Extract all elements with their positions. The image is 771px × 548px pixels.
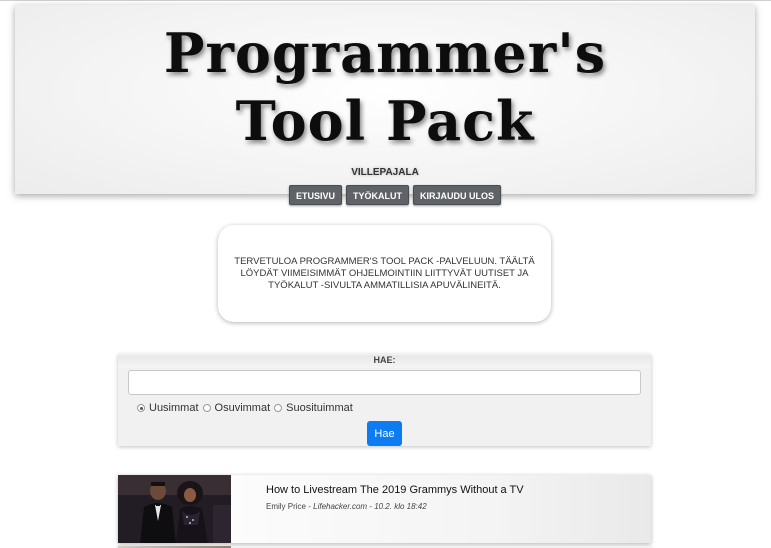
news-title[interactable]: How to Livestream The 2019 Grammys Witho… [266,484,524,496]
search-button[interactable]: Hae [367,421,402,446]
site-owner: VILLEPAJALA [351,167,419,178]
search-panel: HAE: Uusimmat Osuvimmat Suosituimmat Hae [118,354,651,446]
news-author: Emily Price [266,502,307,511]
main-nav: ETUSIVU TYÖKALUT KIRJAUDU ULOS [289,185,502,205]
welcome-card: TERVETULOA PROGRAMMER'S TOOL PACK -PALVE… [218,225,551,322]
news-date: - 10.2. klo 18:42 [367,502,427,511]
site-header: Programmer's Tool Pack VILLEPAJALA [15,5,755,194]
sort-label-osuvimmat[interactable]: Osuvimmat [215,402,271,414]
news-meta: Emily Price - Lifehacker.com - 10.2. klo… [266,502,427,511]
sort-radio-uusimmat[interactable] [137,404,145,412]
sort-options: Uusimmat Osuvimmat Suosituimmat [137,402,357,414]
site-title: Programmer's Tool Pack [15,19,755,155]
sort-label-suosituimmat[interactable]: Suosituimmat [286,402,353,414]
nav-button-logout[interactable]: KIRJAUDU ULOS [413,185,502,205]
nav-button-tyokalut[interactable]: TYÖKALUT [346,185,410,205]
sort-radio-osuvimmat[interactable] [202,404,211,412]
sort-label-uusimmat[interactable]: Uusimmat [149,402,199,414]
sort-radio-suosituimmat[interactable] [274,404,283,412]
news-source[interactable]: Lifehacker.com [313,502,367,511]
news-thumbnail[interactable] [118,475,231,543]
site-title-line-2: Tool Pack [235,89,535,153]
nav-button-etusivu[interactable]: ETUSIVU [289,185,343,205]
search-label: HAE: [118,355,651,368]
welcome-text: TERVETULOA PROGRAMMER'S TOOL PACK -PALVE… [234,255,535,291]
site-title-line-1: Programmer's [163,21,607,85]
news-thumbnail-image [118,475,231,543]
news-item[interactable]: How to Livestream The 2019 Grammys Witho… [118,475,651,543]
search-input[interactable] [128,370,641,395]
